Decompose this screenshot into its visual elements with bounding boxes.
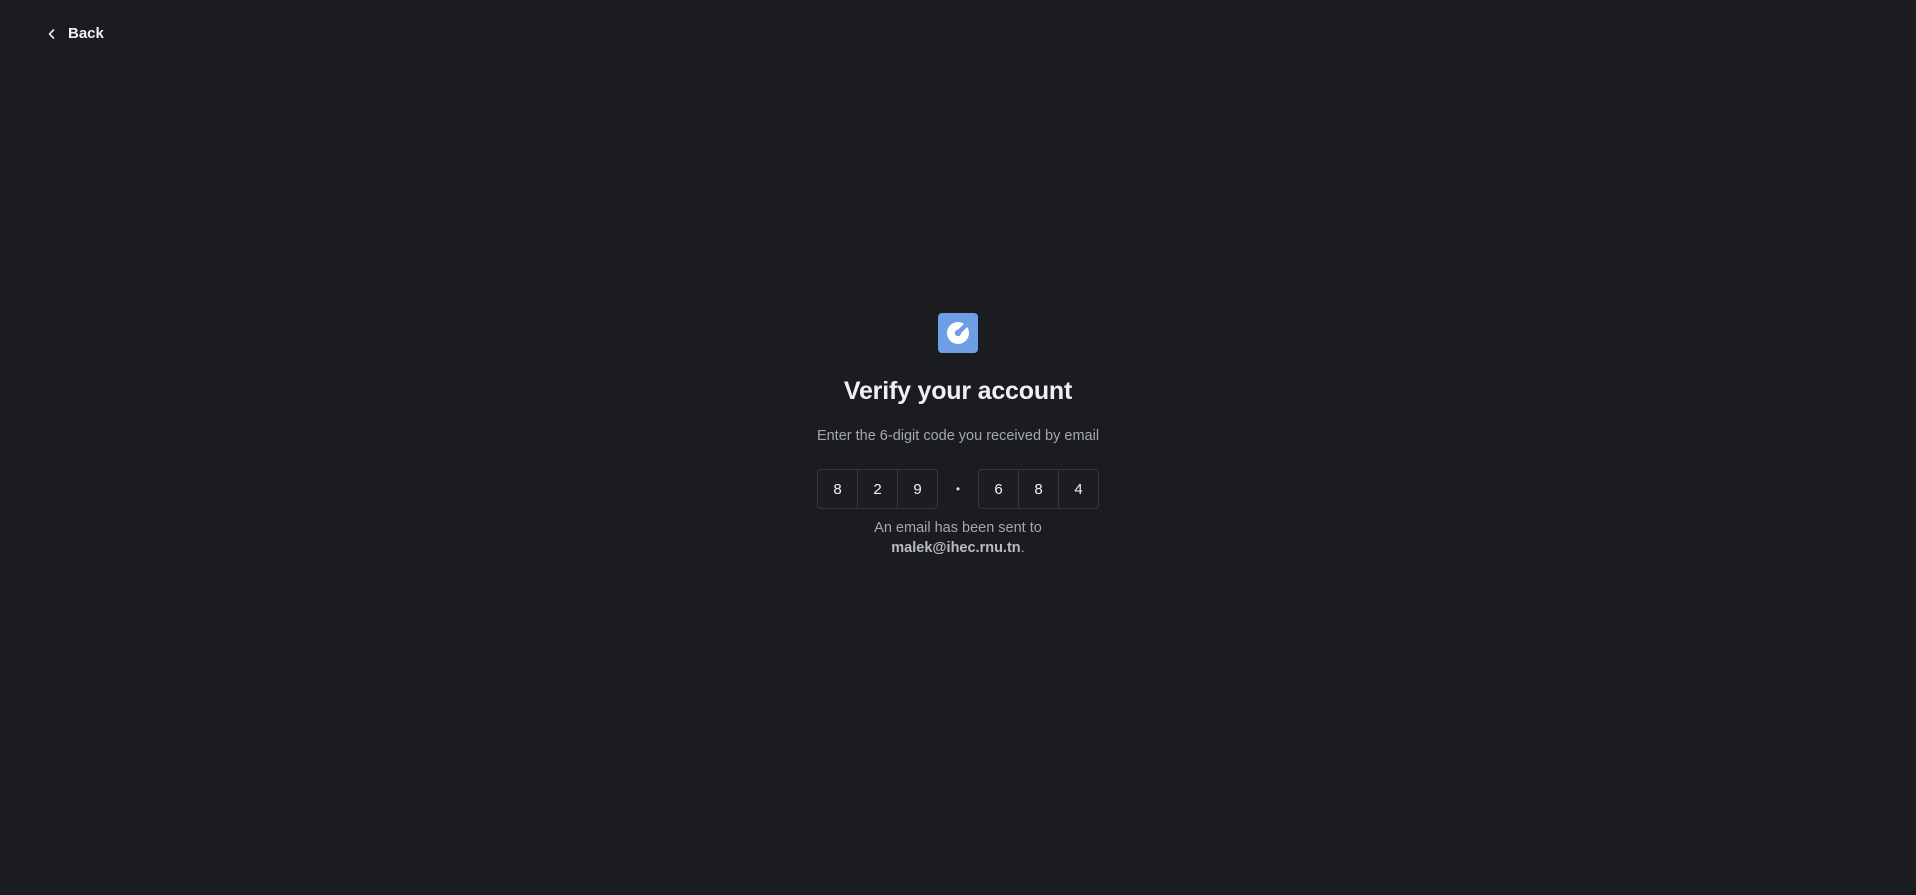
otp-input[interactable]: 8 2 9 • 6 8 4 [817,469,1099,509]
otp-digit-5[interactable]: 8 [1019,470,1059,508]
otp-digit-4[interactable]: 6 [979,470,1019,508]
page-title: Verify your account [843,377,1073,405]
chevron-left-icon [48,28,55,39]
email-sent-note: An email has been sent to malek@ihec.rnu… [874,518,1042,558]
email-address: malek@ihec.rnu.tn [891,540,1021,556]
otp-digit-3[interactable]: 9 [898,470,937,508]
back-label: Back [68,25,104,42]
email-line: malek@ihec.rnu.tn. [874,538,1042,558]
otp-digit-2[interactable]: 2 [858,470,898,508]
otp-digit-1[interactable]: 8 [818,470,858,508]
otp-separator: • [955,482,961,496]
otp-group-first: 8 2 9 [817,469,938,509]
email-sent-text: An email has been sent to [874,520,1042,536]
email-line-period: . [1020,540,1025,556]
otp-group-second: 6 8 4 [978,469,1099,509]
otp-digit-6[interactable]: 4 [1059,470,1098,508]
back-button[interactable]: Back [46,25,104,42]
app-logo-icon [938,313,978,353]
verify-panel: Verify your account Enter the 6-digit co… [0,313,1916,558]
page-subtitle: Enter the 6-digit code you received by e… [816,428,1100,444]
